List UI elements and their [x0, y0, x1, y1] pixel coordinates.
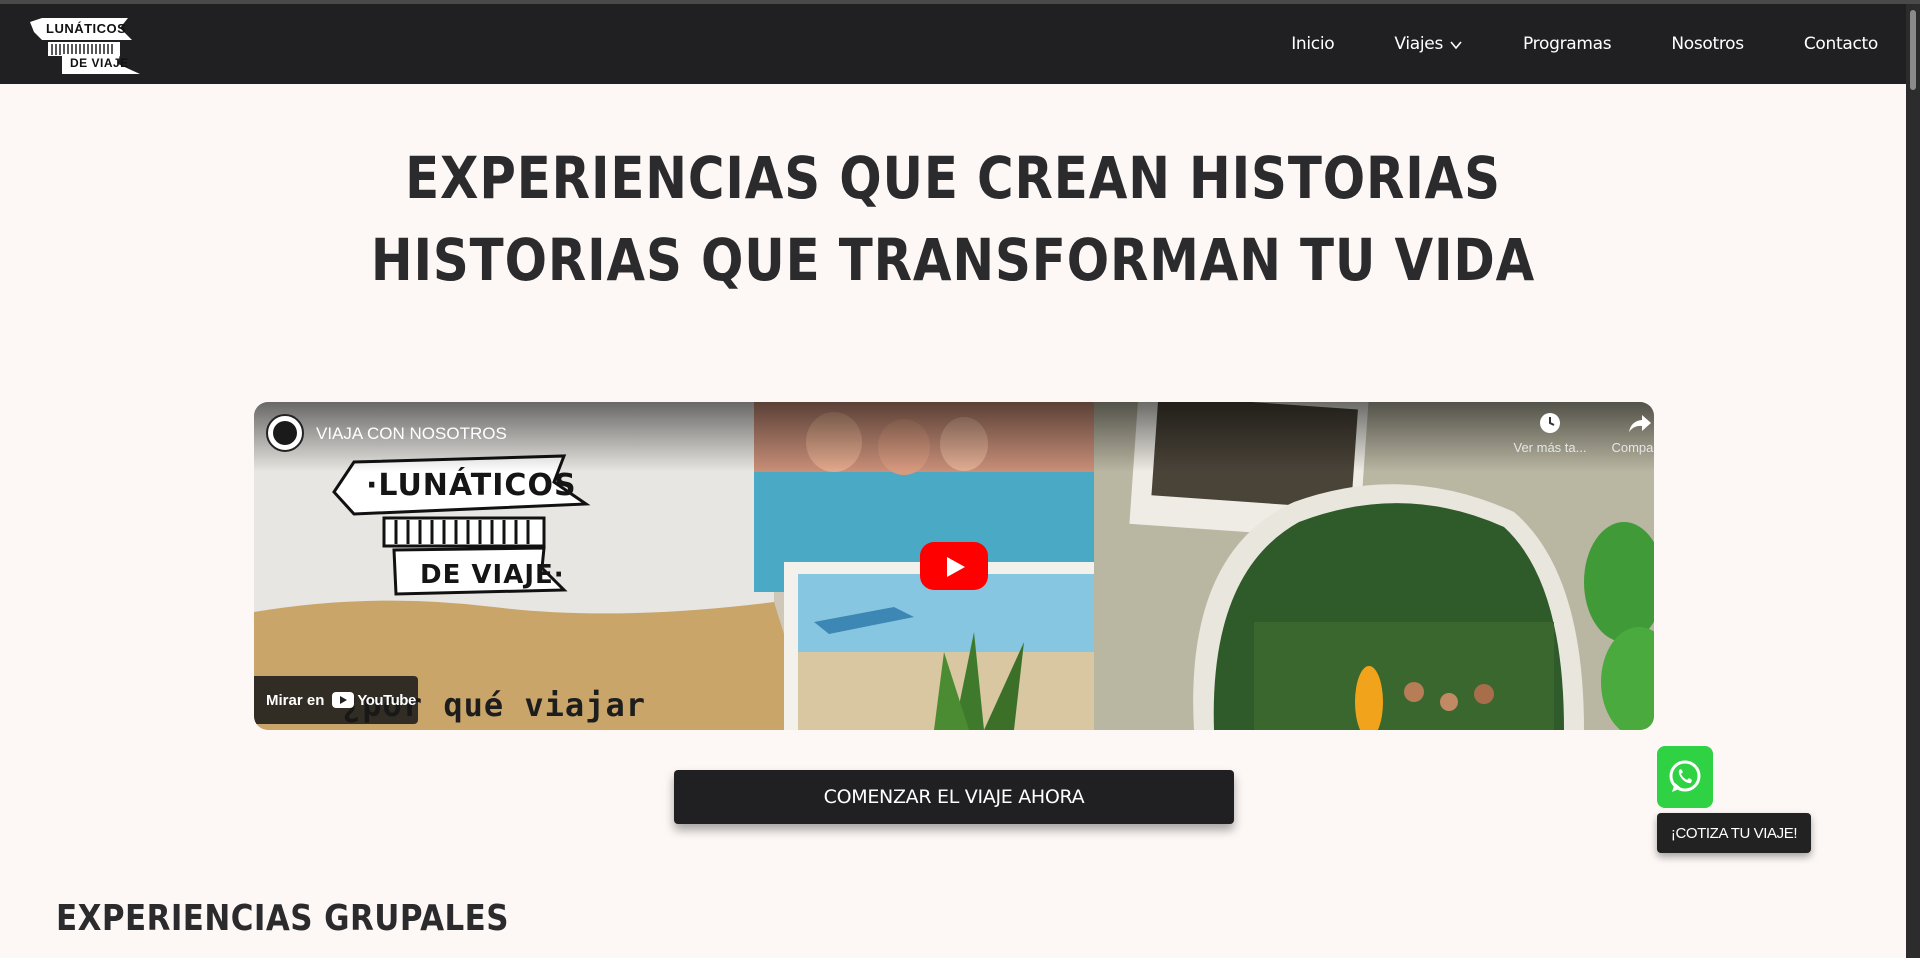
share-button[interactable]: Compartir [1600, 412, 1654, 455]
start-trip-button[interactable]: COMENZAR EL VIAJE AHORA [674, 770, 1234, 824]
nav-label: Contacto [1803, 34, 1878, 54]
page-scrollbar[interactable] [1906, 4, 1920, 958]
nav-label: Programas [1523, 34, 1612, 54]
watch-later-label: Ver más ta... [1513, 440, 1587, 455]
nav-item-programas[interactable]: Programas [1523, 34, 1612, 54]
logo-text-top: LUNÁTICOS [46, 21, 127, 36]
watch-later-button[interactable]: Ver más ta... [1510, 412, 1590, 455]
site-header: LUNÁTICOS DE VIAJE Inicio Viajes Program… [0, 4, 1920, 84]
scrollbar-thumb[interactable] [1910, 10, 1916, 90]
video-title[interactable]: VIAJA CON NOSOTROS [316, 424, 507, 444]
youtube-wordmark: YouTube [357, 691, 416, 709]
clock-icon [1540, 413, 1560, 433]
hero-title-line-2: HISTORIAS QUE TRANSFORMAN TU VIDA [370, 226, 1536, 294]
nav-label: Viajes [1394, 34, 1444, 54]
nav-item-nosotros[interactable]: Nosotros [1671, 34, 1744, 54]
share-label: Compartir [1611, 440, 1654, 455]
youtube-play-icon [332, 692, 355, 708]
site-logo[interactable]: LUNÁTICOS DE VIAJE [28, 14, 144, 78]
whatsapp-quote-tooltip[interactable]: ¡COTIZA TU VIAJE! [1657, 813, 1811, 853]
nav-item-contacto[interactable]: Contacto [1804, 34, 1878, 54]
nav-item-viajes[interactable]: Viajes [1394, 34, 1463, 54]
watch-on-youtube-button[interactable]: Mirar en YouTube [254, 676, 418, 724]
main-nav: Inicio Viajes Programas Nosotros Contact… [1291, 4, 1878, 84]
nav-item-inicio[interactable]: Inicio [1291, 34, 1334, 54]
logo-text-bottom: DE VIAJE [70, 56, 129, 70]
youtube-video-embed[interactable]: ·LUNÁTICOS DE VIAJE· VIAJA CON NOSOTROS … [254, 402, 1654, 730]
nav-label: Inicio [1291, 34, 1335, 54]
chevron-down-icon [1449, 37, 1463, 51]
watch-on-label: Mirar en [266, 691, 325, 709]
section-title-group-experiences: EXPERIENCIAS GRUPALES [56, 898, 509, 939]
hero-title-line-1: EXPERIENCIAS QUE CREAN HISTORIAS [405, 144, 1501, 212]
channel-avatar[interactable] [266, 414, 304, 452]
nav-label: Nosotros [1671, 34, 1744, 54]
video-logo-text-bottom: DE VIAJE· [420, 560, 565, 590]
video-logo-text-top: ·LUNÁTICOS [366, 468, 577, 503]
share-icon [1629, 415, 1651, 432]
whatsapp-icon [1669, 760, 1701, 792]
play-button[interactable] [920, 542, 988, 590]
youtube-logo: YouTube [332, 691, 416, 709]
whatsapp-button[interactable] [1657, 746, 1713, 808]
